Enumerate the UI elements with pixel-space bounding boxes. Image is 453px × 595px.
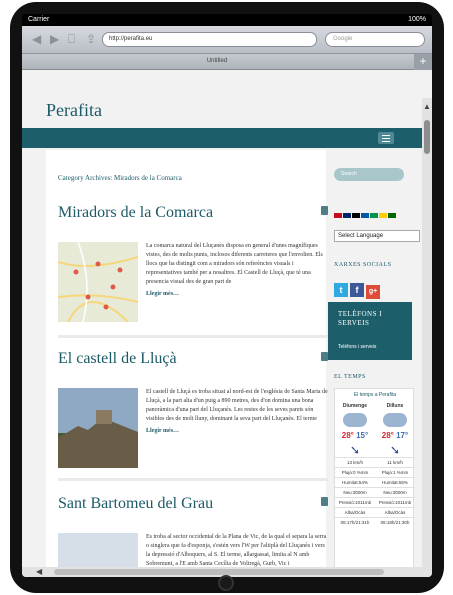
tab-title[interactable]: Untitled: [22, 58, 412, 64]
post: El castell de Lluçà El castell de Lluçà …: [58, 350, 328, 468]
archive-heading: Category Archives: Miradors de la Comarc…: [58, 174, 182, 182]
menu-icon[interactable]: [378, 132, 394, 144]
humidity: Humitat:65%: [375, 477, 415, 487]
post-excerpt: Es troba al sector occidental de la Plan…: [146, 534, 327, 567]
phones-services-box[interactable]: TELÈFONS I SERVEIS Telèfons i serveis: [328, 302, 412, 360]
weather-day: Dilluns 28° 17° ➘ 11 km/h Pluja:1 %mm Hu…: [375, 403, 415, 527]
divider: [58, 335, 328, 338]
rain: Pluja:0 %mm: [335, 467, 375, 477]
post-title[interactable]: Miradors de la Comarca: [58, 204, 328, 222]
pressure: Pressió:1011mb: [335, 497, 375, 507]
cloud-icon: [383, 413, 407, 427]
flag-icon[interactable]: [388, 213, 396, 218]
status-bar: Carrier 100%: [22, 14, 432, 26]
share-icon[interactable]: ⇪: [86, 33, 96, 45]
sunrise-label: Alba/Ocàs: [375, 507, 415, 517]
add-tab-button[interactable]: +: [414, 54, 432, 70]
sunrise-label: Alba/Ocàs: [335, 507, 375, 517]
divider: [58, 478, 328, 481]
scroll-thumb[interactable]: [424, 120, 430, 154]
nav-bar: [22, 128, 422, 148]
document-icon: [321, 206, 328, 215]
humidity: Humitat:54%: [335, 477, 375, 487]
cloud-icon: [343, 413, 367, 427]
post-title[interactable]: El castell de Lluçà: [58, 350, 328, 368]
snow-level: Neu:3000m: [375, 487, 415, 497]
weather-day: Diumenge 28° 15° ➘ 13 km/h Pluja:0 %mm H…: [335, 403, 375, 527]
day-name: Dilluns: [386, 403, 404, 409]
sidebar: Search Select Language XARXES SOCIALS tf…: [328, 150, 422, 577]
home-button[interactable]: [218, 575, 234, 591]
twitter-icon[interactable]: t: [334, 283, 348, 297]
social-heading: XARXES SOCIALS: [334, 262, 392, 268]
post-excerpt: La comarca natural del Lluçanès disposa …: [146, 242, 328, 299]
day-name: Diumenge: [342, 403, 368, 409]
weather-link[interactable]: El temps a Perafita: [335, 392, 415, 398]
temperature: 28° 15°: [341, 431, 369, 440]
sidebar-search-input[interactable]: Search: [334, 168, 404, 181]
back-icon[interactable]: ◀: [32, 33, 41, 45]
document-icon: [321, 497, 328, 506]
flag-icon[interactable]: [361, 213, 369, 218]
tab-bar: Untitled +: [22, 54, 432, 70]
site-title[interactable]: Perafita: [46, 100, 102, 121]
phones-services-link[interactable]: Telèfons i serveis: [338, 344, 376, 350]
url-field[interactable]: http://perafita.eu: [102, 32, 317, 47]
web-page: Perafita Category Archives: Miradors de …: [22, 70, 432, 577]
language-select[interactable]: Select Language: [334, 230, 420, 242]
phones-services-title: TELÈFONS I SERVEIS: [338, 310, 383, 327]
post-excerpt: El castell de Lluçà es troba situat al n…: [146, 389, 328, 436]
flag-icon[interactable]: [379, 213, 387, 218]
read-more-link[interactable]: Llegir més…: [146, 427, 328, 436]
pressure: Pressió:1011mb: [375, 497, 415, 507]
facebook-icon[interactable]: f: [350, 283, 364, 297]
wind-speed: 13 km/h: [335, 457, 375, 467]
ipad-screen: Carrier 100% ◀ ▶ ⎕ ⇪ http://perafita.eu …: [22, 14, 432, 577]
browser-toolbar: ◀ ▶ ⎕ ⇪ http://perafita.eu Google: [22, 26, 432, 54]
google-plus-icon[interactable]: g+: [366, 285, 380, 299]
post: Sant Bartomeu del Grau Es troba al secto…: [58, 495, 328, 577]
wind-arrow-icon: ➘: [349, 443, 361, 457]
sunrise-sunset: 06:17h/21:31h: [335, 517, 375, 527]
sunrise-sunset: 06:18h/21:30h: [375, 517, 415, 527]
bookmarks-icon[interactable]: ⎕: [68, 33, 75, 45]
weather-widget: El temps a Perafita Diumenge 28° 15° ➘ 1…: [334, 388, 415, 577]
wind-arrow-icon: ➘: [389, 443, 401, 457]
read-more-link[interactable]: Llegir més…: [146, 290, 328, 299]
content-area: Category Archives: Miradors de la Comarc…: [46, 150, 328, 577]
scroll-thumb[interactable]: [54, 569, 384, 575]
scroll-up-icon[interactable]: ▲: [423, 102, 431, 111]
castle-photo[interactable]: [58, 388, 138, 468]
weather-heading: EL TEMPS: [334, 374, 366, 380]
post-title[interactable]: Sant Bartomeu del Grau: [58, 495, 328, 513]
flag-icon[interactable]: [370, 213, 378, 218]
search-field[interactable]: Google: [325, 32, 425, 47]
vertical-scrollbar[interactable]: ▲: [422, 98, 432, 577]
post: Miradors de la Comarca La comarca natura…: [58, 204, 328, 322]
rain: Pluja:1 %mm: [375, 467, 415, 477]
wind-speed: 11 km/h: [375, 457, 415, 467]
ipad-frame: Carrier 100% ◀ ▶ ⎕ ⇪ http://perafita.eu …: [10, 2, 444, 593]
scroll-left-icon[interactable]: ◀: [36, 567, 42, 576]
battery-label: 100%: [408, 16, 426, 23]
flag-icon[interactable]: [352, 213, 360, 218]
flag-icon[interactable]: [343, 213, 351, 218]
forward-icon[interactable]: ▶: [50, 33, 59, 45]
social-links: t f g+: [334, 280, 382, 299]
temperature: 28° 17°: [381, 431, 409, 440]
carrier-label: Carrier: [28, 16, 50, 23]
flag-icon[interactable]: [334, 213, 342, 218]
map-thumbnail[interactable]: [58, 242, 138, 322]
document-icon: [321, 352, 328, 361]
snow-level: Neu:3000m: [335, 487, 375, 497]
